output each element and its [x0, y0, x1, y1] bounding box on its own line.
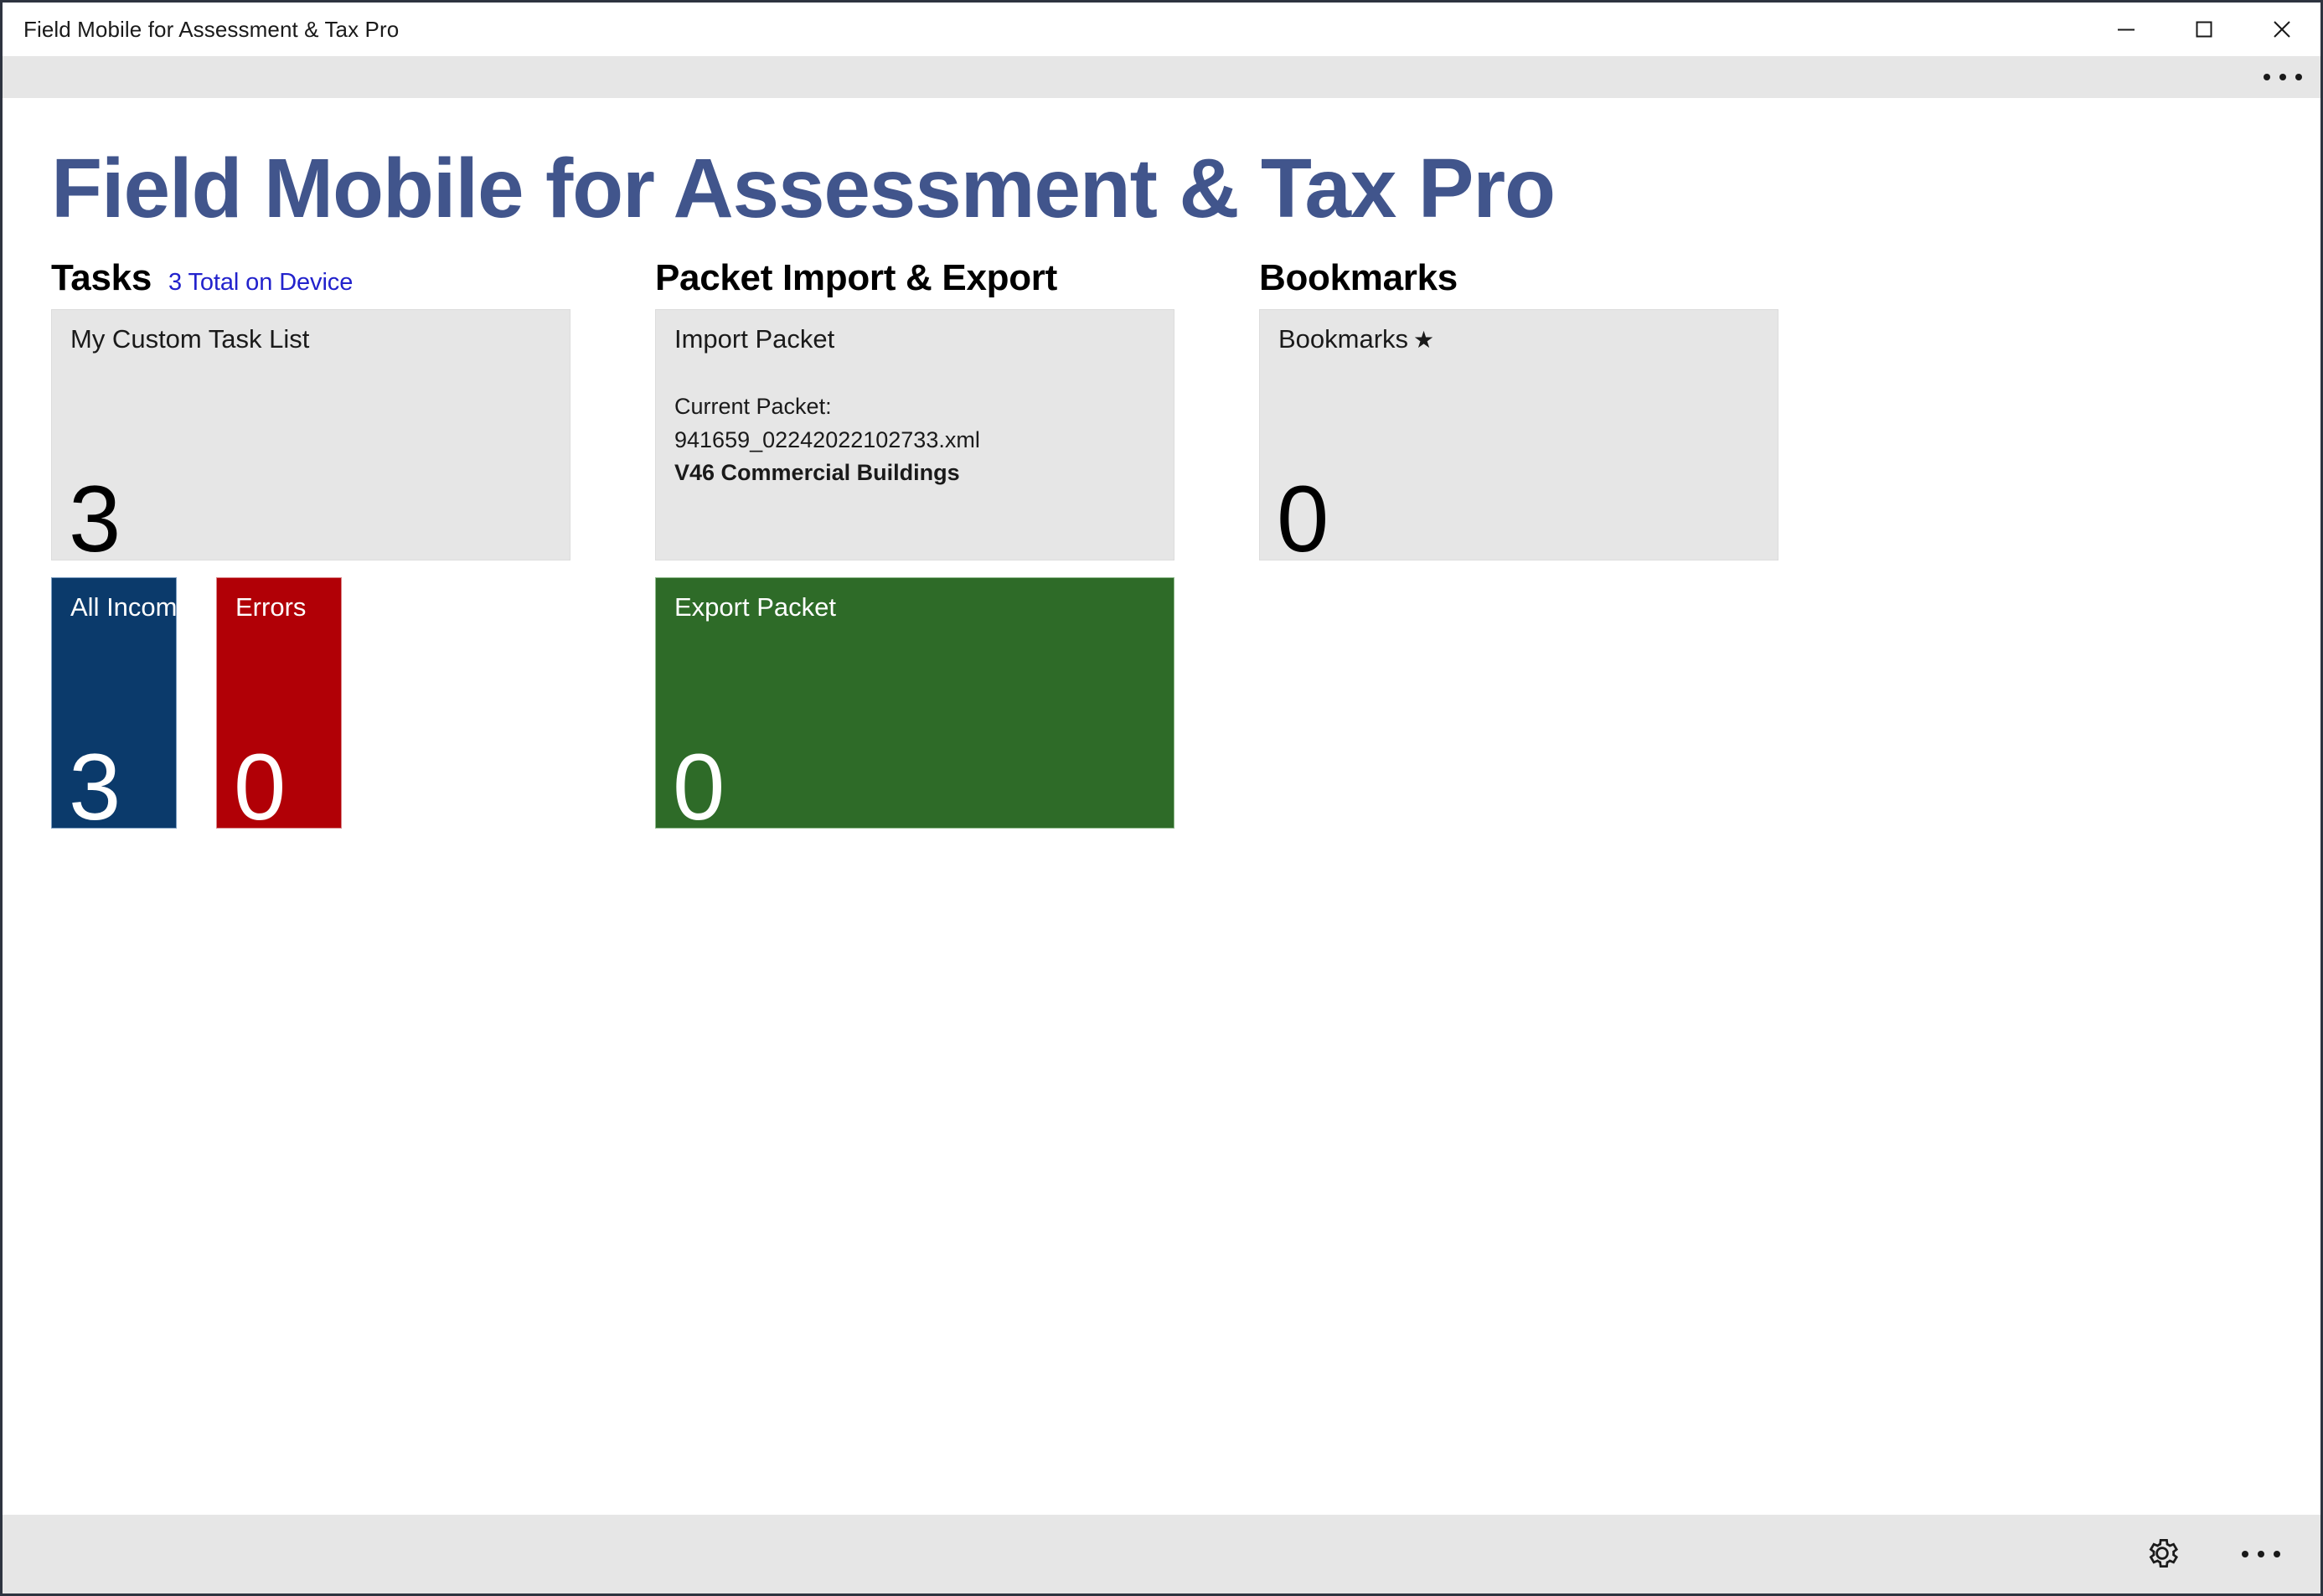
packet-column: Packet Import & Export Import Packet Cur… [655, 257, 1218, 829]
tasks-column: Tasks 3 Total on Device My Custom Task L… [51, 257, 614, 829]
tile-bookmarks-label: Bookmarks [1278, 324, 1409, 354]
tasks-section-header: Tasks 3 Total on Device [51, 257, 614, 309]
dashboard-columns: Tasks 3 Total on Device My Custom Task L… [51, 257, 1780, 829]
ellipsis-glyph [2264, 74, 2302, 80]
ellipsis-glyph [2242, 1551, 2280, 1557]
current-packet-label: Current Packet: [674, 394, 832, 419]
close-icon[interactable] [2243, 3, 2320, 56]
star-icon: ★ [1413, 327, 1435, 353]
tasks-tile-row-2: All Incomplete 3 Errors 0 [51, 577, 614, 829]
packet-section-title: Packet Import & Export [655, 257, 1057, 298]
tile-my-custom-task-list-count: 3 [69, 467, 121, 560]
tasks-tile-row-1: My Custom Task List 3 [51, 309, 614, 560]
packet-tile-gap [655, 560, 1218, 577]
tile-errors[interactable]: Errors 0 [216, 577, 342, 829]
tile-import-packet-label: Import Packet [674, 324, 835, 354]
bookmarks-column: Bookmarks Bookmarks ★ 0 [1259, 257, 1780, 560]
tile-import-packet-details: Current Packet: 941659_02242022102733.xm… [674, 390, 980, 490]
window-title: Field Mobile for Assessment & Tax Pro [23, 16, 400, 42]
tile-all-incomplete-label: All Incomplete [70, 592, 177, 622]
bookmarks-section-header: Bookmarks [1259, 257, 1780, 309]
tile-all-incomplete-count: 3 [69, 735, 121, 829]
tile-import-packet[interactable]: Import Packet Current Packet: 941659_022… [655, 309, 1174, 560]
bookmarks-section-title: Bookmarks [1259, 257, 1458, 298]
current-packet-file: 941659_02242022102733.xml [674, 426, 980, 452]
top-command-bar [3, 56, 2320, 98]
tasks-tile-gap [51, 560, 614, 577]
bottom-more-ellipsis-icon[interactable] [2212, 1515, 2310, 1593]
tile-gap [177, 577, 216, 829]
tile-bookmarks[interactable]: Bookmarks ★ 0 [1259, 309, 1778, 560]
window-caption-buttons [2087, 3, 2320, 56]
app-window: Field Mobile for Assessment & Tax Pro Fi… [0, 0, 2323, 1596]
tile-bookmarks-count: 0 [1277, 467, 1329, 560]
packet-tile-row-2: Export Packet 0 [655, 577, 1218, 829]
tasks-total-on-device[interactable]: 3 Total on Device [168, 269, 353, 297]
main-content: Field Mobile for Assessment & Tax Pro Ta… [3, 98, 2320, 1515]
bottom-app-bar [3, 1515, 2320, 1593]
settings-button[interactable] [2113, 1515, 2212, 1593]
current-packet-name: V46 Commercial Buildings [674, 460, 960, 486]
tile-my-custom-task-list-label: My Custom Task List [70, 324, 310, 354]
tasks-section-title: Tasks [51, 257, 152, 298]
packet-tile-row-1: Import Packet Current Packet: 941659_022… [655, 309, 1218, 560]
top-more-ellipsis-icon[interactable] [2245, 56, 2320, 98]
page-title: Field Mobile for Assessment & Tax Pro [51, 142, 1556, 235]
minimize-icon[interactable] [2087, 3, 2165, 56]
tile-export-packet-count: 0 [673, 735, 725, 829]
tile-bookmarks-label-wrap: Bookmarks ★ [1278, 323, 1434, 356]
title-bar: Field Mobile for Assessment & Tax Pro [3, 3, 2320, 56]
tile-export-packet[interactable]: Export Packet 0 [655, 577, 1174, 829]
tile-export-packet-label: Export Packet [674, 592, 836, 622]
tile-errors-count: 0 [234, 735, 287, 829]
maximize-icon[interactable] [2165, 3, 2243, 56]
bookmarks-tile-row: Bookmarks ★ 0 [1259, 309, 1780, 560]
tile-my-custom-task-list[interactable]: My Custom Task List 3 [51, 309, 570, 560]
packet-section-header: Packet Import & Export [655, 257, 1218, 309]
tile-errors-label: Errors [235, 592, 307, 622]
gear-icon [2144, 1535, 2181, 1574]
tile-all-incomplete[interactable]: All Incomplete 3 [51, 577, 177, 829]
